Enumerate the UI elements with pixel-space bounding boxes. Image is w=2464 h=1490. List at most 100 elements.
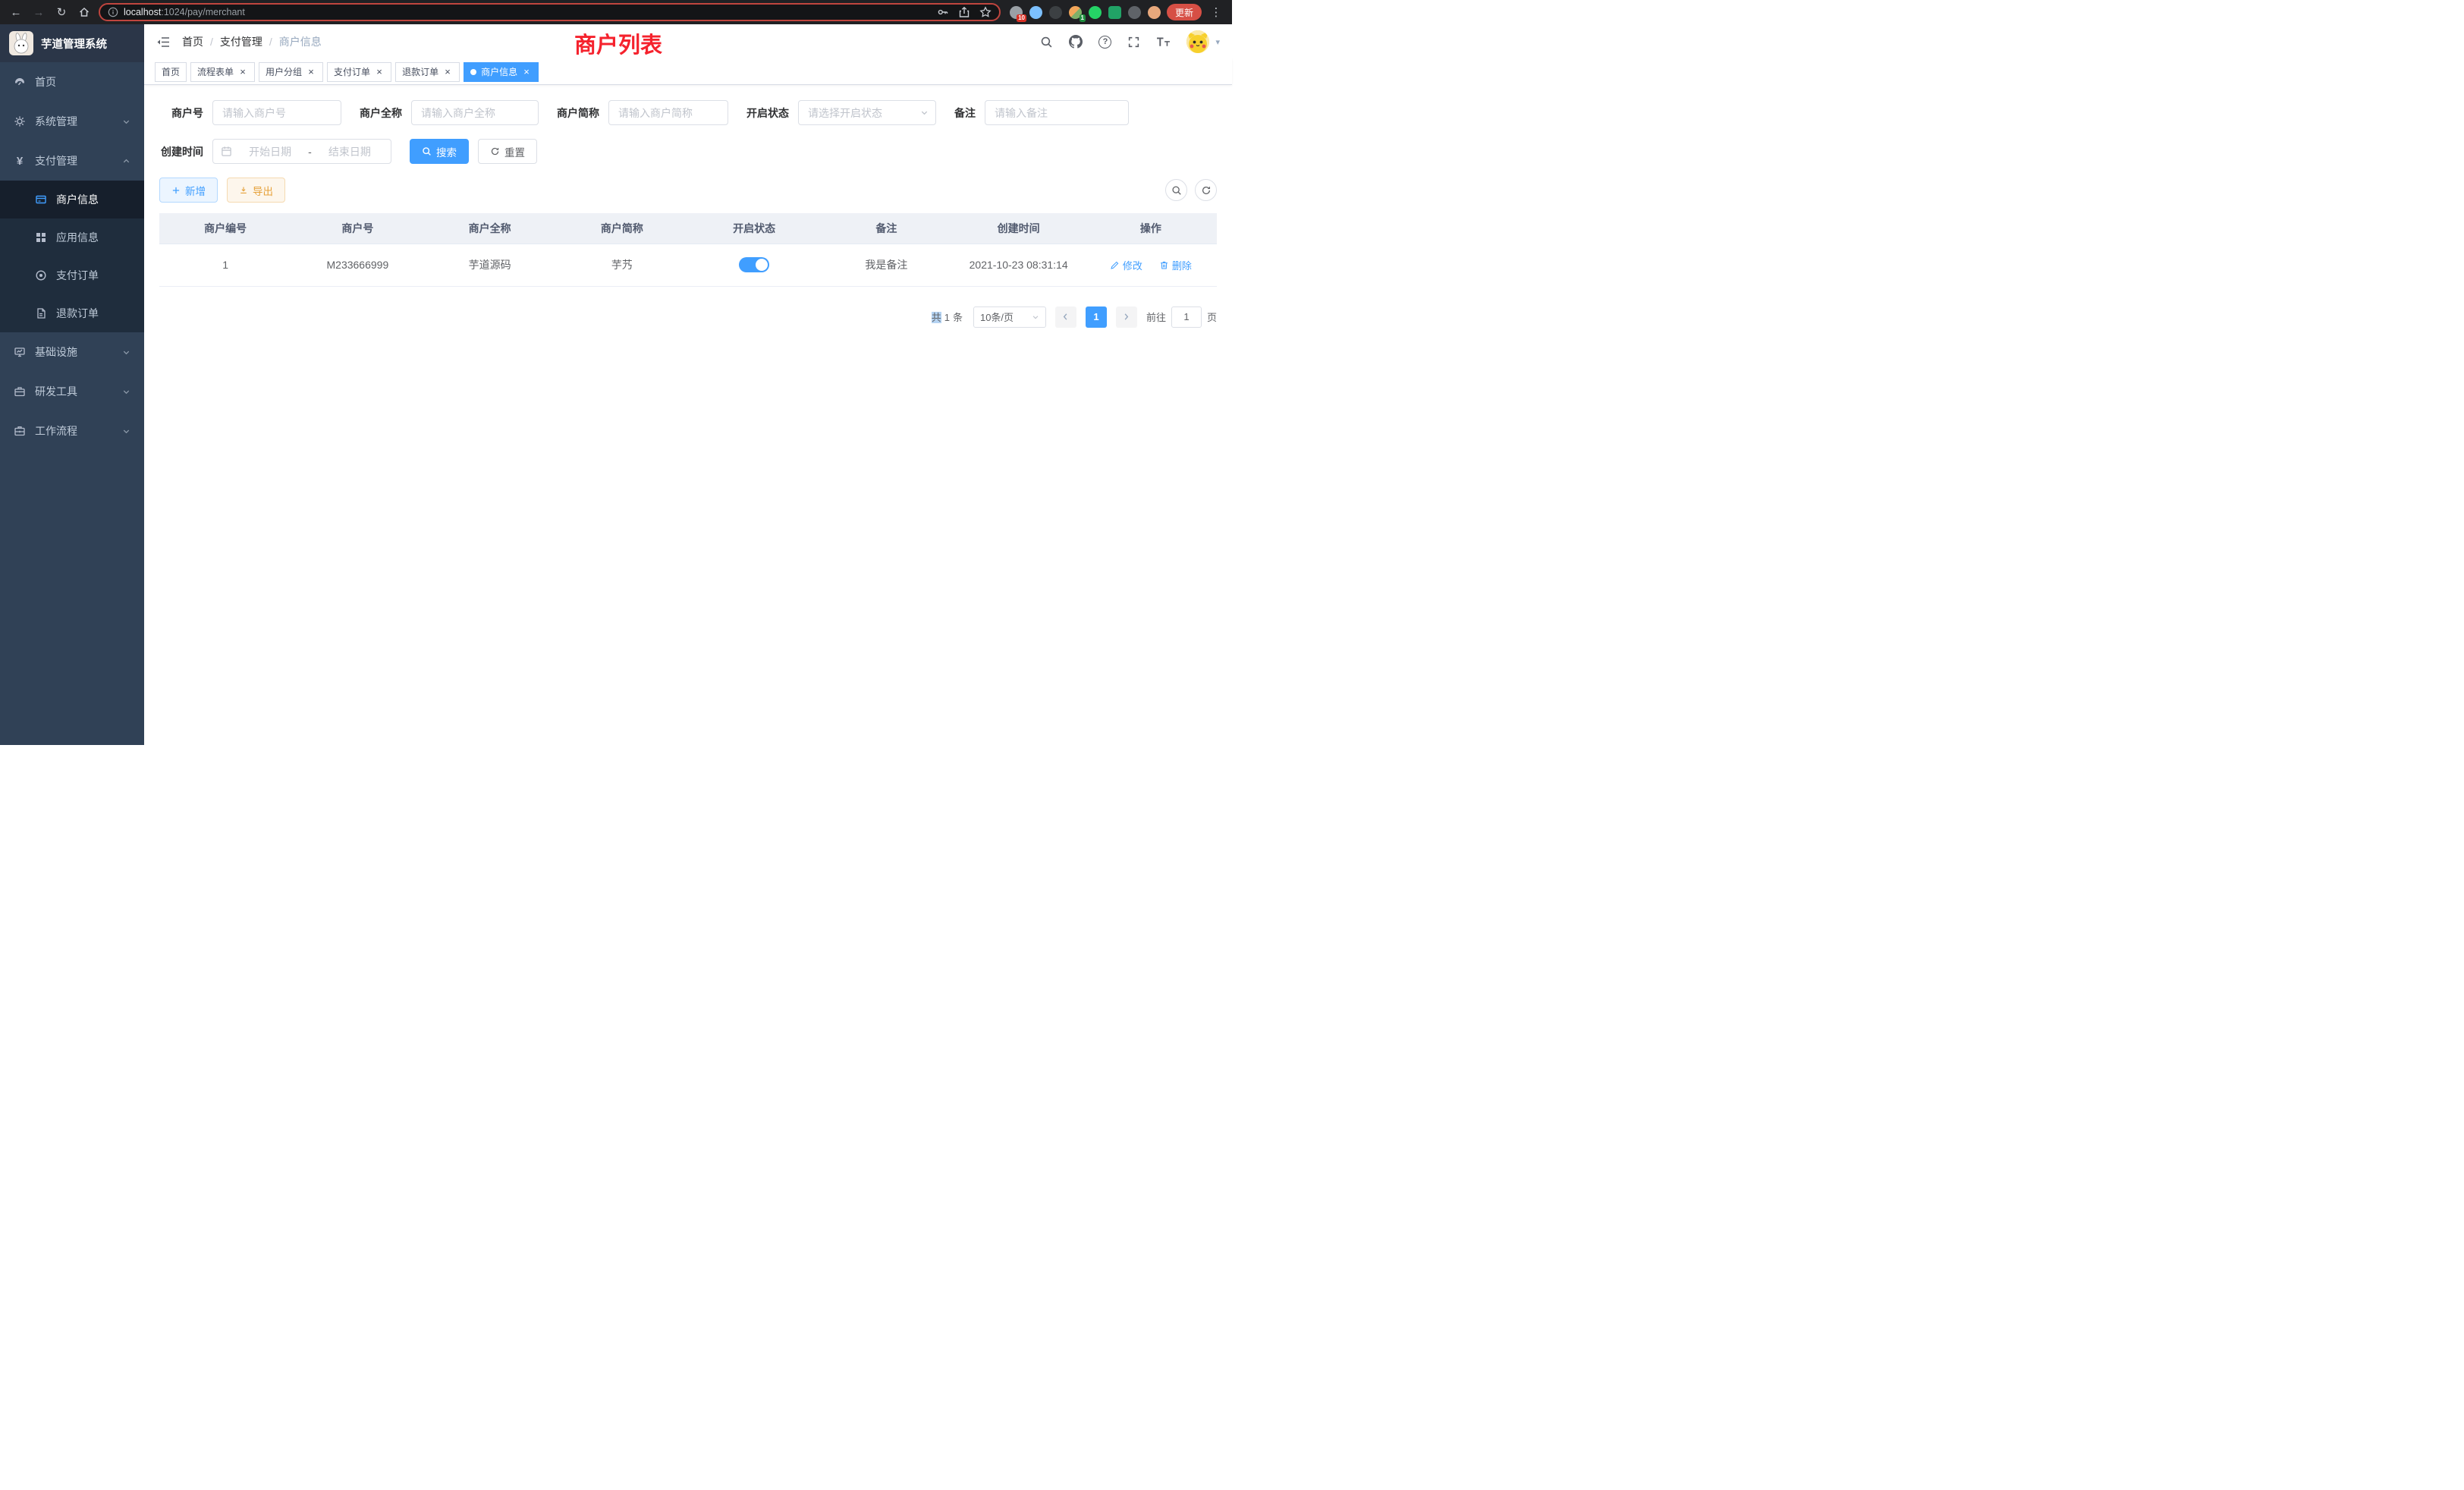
- cell-merchant-short: 芋艿: [556, 244, 688, 286]
- sidebar-item-home[interactable]: 首页: [0, 62, 144, 102]
- search-button[interactable]: 搜索: [410, 139, 469, 164]
- chevron-down-icon: [1032, 313, 1039, 321]
- bookmark-star-icon[interactable]: [979, 6, 992, 18]
- sidebar-item-refund-order[interactable]: 退款订单: [0, 294, 144, 332]
- extension-icon-dark[interactable]: [1049, 6, 1062, 19]
- status-toggle[interactable]: [739, 257, 769, 272]
- merchant-name-input[interactable]: [411, 100, 539, 125]
- breadcrumb-payment[interactable]: 支付管理: [220, 34, 262, 49]
- reset-button[interactable]: 重置: [478, 139, 537, 164]
- browser-menu-kebab-icon[interactable]: ⋮: [1208, 4, 1224, 20]
- forward-button[interactable]: →: [30, 4, 47, 20]
- breadcrumb-home[interactable]: 首页: [182, 34, 203, 49]
- extension-icon-green-circle[interactable]: [1089, 6, 1102, 19]
- close-icon[interactable]: ×: [237, 67, 248, 77]
- merchant-short-input[interactable]: [608, 100, 728, 125]
- header-search-icon[interactable]: [1040, 36, 1053, 49]
- prev-page-button[interactable]: [1055, 306, 1076, 328]
- table-header-row: 商户编号 商户号 商户全称 商户简称 开启状态 备注 创建时间 操作: [159, 213, 1217, 244]
- fullscreen-icon[interactable]: [1127, 36, 1140, 49]
- download-icon: [239, 186, 248, 195]
- active-dot: [470, 69, 476, 75]
- yen-icon: ¥: [14, 155, 26, 167]
- tab-home[interactable]: 首页: [155, 62, 187, 82]
- col-create-time: 创建时间: [953, 213, 1085, 244]
- sidebar-item-app-info[interactable]: 应用信息: [0, 218, 144, 256]
- document-icon: [35, 307, 47, 319]
- goto-suffix: 页: [1207, 310, 1217, 324]
- sidebar-item-workflow[interactable]: 工作流程: [0, 411, 144, 451]
- sidebar-item-label: 商户信息: [56, 192, 99, 207]
- password-key-icon[interactable]: [937, 6, 949, 18]
- extension-icon-pinwheel[interactable]: [1128, 6, 1141, 19]
- help-icon[interactable]: ?: [1098, 36, 1111, 49]
- page-size-select[interactable]: 10条/页: [973, 306, 1046, 328]
- pencil-icon: [1110, 260, 1120, 270]
- user-avatar[interactable]: [1186, 30, 1209, 53]
- delete-button[interactable]: 删除: [1159, 258, 1192, 272]
- tab-merchant-info[interactable]: 商户信息×: [464, 62, 539, 82]
- sidebar-item-merchant-info[interactable]: 商户信息: [0, 181, 144, 218]
- tab-pay-order[interactable]: 支付订单×: [327, 62, 391, 82]
- home-button[interactable]: [76, 4, 93, 20]
- close-icon[interactable]: ×: [374, 67, 385, 77]
- extension-icon-avatar[interactable]: 1: [1069, 6, 1082, 19]
- reload-button[interactable]: ↻: [53, 4, 70, 20]
- extension-icon-green-square[interactable]: [1108, 6, 1121, 19]
- cell-merchant-no: M233666999: [291, 244, 423, 286]
- cell-merchant-id: 1: [159, 244, 291, 286]
- table-toolbar: 新增 导出: [159, 178, 1217, 203]
- app-title: 芋道管理系统: [41, 36, 107, 52]
- toggle-search-icon-button[interactable]: [1165, 179, 1187, 201]
- col-merchant-id: 商户编号: [159, 213, 291, 244]
- plus-icon: [171, 186, 181, 195]
- cell-actions: 修改 删除: [1085, 244, 1217, 286]
- sidebar-fold-icon[interactable]: [156, 36, 170, 48]
- goto-label: 前往: [1146, 310, 1166, 324]
- github-icon[interactable]: [1069, 35, 1083, 49]
- breadcrumb-separator: /: [269, 36, 272, 48]
- merchant-no-input[interactable]: [212, 100, 341, 125]
- calendar-icon: [221, 146, 232, 157]
- sidebar-item-dev-tools[interactable]: 研发工具: [0, 372, 144, 411]
- gear-icon: [14, 115, 26, 127]
- refresh-table-button[interactable]: [1195, 179, 1217, 201]
- sidebar-item-infrastructure[interactable]: 基础设施: [0, 332, 144, 372]
- edit-button[interactable]: 修改: [1110, 258, 1142, 272]
- browser-update-button[interactable]: 更新: [1167, 4, 1202, 20]
- back-button[interactable]: ←: [8, 4, 24, 20]
- remark-input[interactable]: [985, 100, 1129, 125]
- font-size-icon[interactable]: [1156, 36, 1171, 48]
- extension-puzzle-icon[interactable]: 10: [1010, 6, 1023, 19]
- chevron-down-icon: [920, 108, 929, 117]
- sidebar-item-pay-order[interactable]: 支付订单: [0, 256, 144, 294]
- goto-page-input[interactable]: [1171, 306, 1202, 328]
- next-page-button[interactable]: [1116, 306, 1137, 328]
- sidebar-item-system[interactable]: 系统管理: [0, 102, 144, 141]
- status-select[interactable]: 请选择开启状态: [798, 100, 936, 125]
- sidebar-item-payment[interactable]: ¥ 支付管理: [0, 141, 144, 181]
- address-bar[interactable]: localhost:1024/pay/merchant: [99, 3, 1001, 21]
- sidebar-item-label: 系统管理: [35, 114, 77, 129]
- chevron-down-icon: [122, 348, 130, 357]
- navbar: 首页 / 支付管理 / 商户信息 商户列表 ? ▾: [144, 24, 1232, 59]
- extension-icon-profile[interactable]: [1148, 6, 1161, 19]
- add-button[interactable]: 新增: [159, 178, 218, 203]
- merchant-short-label: 商户简称: [557, 105, 599, 121]
- tab-flow-form[interactable]: 流程表单×: [190, 62, 255, 82]
- extension-icon-blue[interactable]: [1029, 6, 1042, 19]
- close-icon[interactable]: ×: [521, 67, 532, 77]
- share-icon[interactable]: [958, 6, 970, 18]
- avatar-caret-icon[interactable]: ▾: [1215, 37, 1220, 47]
- app-logo[interactable]: 芋道管理系统: [0, 24, 144, 62]
- close-icon[interactable]: ×: [442, 67, 453, 77]
- page-number-1[interactable]: 1: [1086, 306, 1107, 328]
- export-button[interactable]: 导出: [227, 178, 285, 203]
- create-time-range-picker[interactable]: 开始日期 - 结束日期: [212, 139, 391, 164]
- site-info-icon[interactable]: [108, 7, 118, 17]
- table-row: 1 M233666999 芋道源码 芋艿 我是备注 2021-10-23 08:…: [159, 244, 1217, 286]
- merchant-table: 商户编号 商户号 商户全称 商户简称 开启状态 备注 创建时间 操作 1 M23…: [159, 213, 1217, 287]
- tab-user-group[interactable]: 用户分组×: [259, 62, 323, 82]
- tab-refund-order[interactable]: 退款订单×: [395, 62, 460, 82]
- close-icon[interactable]: ×: [306, 67, 316, 77]
